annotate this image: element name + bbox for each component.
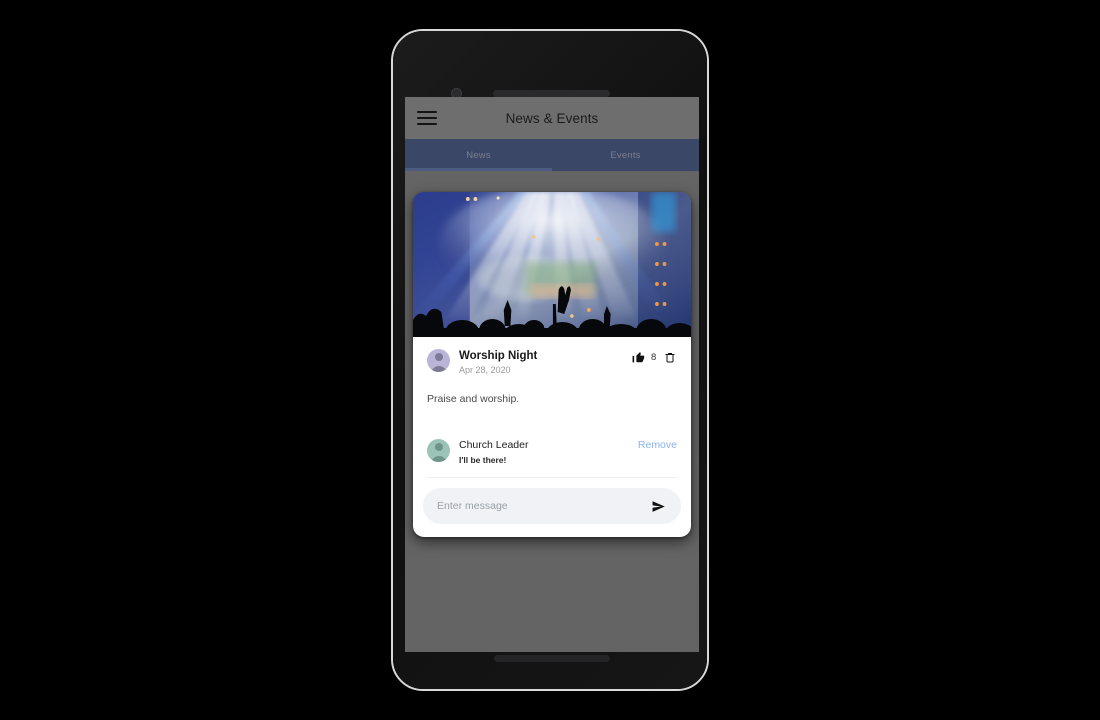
tab-events[interactable]: Events bbox=[552, 139, 699, 171]
concert-stage-lights-graphic bbox=[413, 192, 691, 337]
post-meta: Worship Night Apr 28, 2020 bbox=[459, 349, 622, 375]
earpiece-speaker-icon bbox=[493, 90, 610, 97]
like-count: 8 bbox=[651, 351, 657, 363]
post-hero-image bbox=[413, 192, 691, 337]
tab-news[interactable]: News bbox=[405, 139, 552, 171]
phone-screen: News & Events News Events Worship Night … bbox=[405, 97, 699, 652]
screenshot-root: News & Events News Events Worship Night … bbox=[0, 0, 1100, 720]
send-paper-plane-icon[interactable] bbox=[650, 498, 667, 515]
post-actions: 8 bbox=[631, 349, 677, 364]
page-title: News & Events bbox=[505, 110, 599, 126]
trash-icon[interactable] bbox=[663, 350, 677, 364]
message-input-pill[interactable] bbox=[423, 488, 681, 524]
comment-item: Church Leader I'll be there! Remove bbox=[427, 439, 677, 465]
phone-bezel: News & Events News Events Worship Night … bbox=[393, 31, 707, 689]
app-bar: News & Events bbox=[405, 97, 699, 139]
content-scroll-area[interactable]: Worship Night Apr 28, 2020 8 Praise and … bbox=[405, 171, 699, 652]
comments-list: Church Leader I'll be there! Remove bbox=[427, 439, 677, 465]
tab-bar: News Events bbox=[405, 139, 699, 171]
thumbs-up-icon[interactable] bbox=[631, 350, 645, 364]
post-body: Worship Night Apr 28, 2020 8 Praise and … bbox=[413, 337, 691, 478]
message-input[interactable] bbox=[437, 500, 650, 512]
post-text: Praise and worship. bbox=[427, 393, 520, 405]
user-avatar-green-icon bbox=[427, 439, 450, 462]
hamburger-menu-icon[interactable] bbox=[417, 111, 437, 125]
comment-text: I'll be there! bbox=[459, 455, 507, 465]
post-header: Worship Night Apr 28, 2020 8 bbox=[427, 349, 677, 375]
news-post-card: Worship Night Apr 28, 2020 8 Praise and … bbox=[413, 192, 691, 537]
phone-device: News & Events News Events Worship Night … bbox=[391, 29, 709, 691]
user-avatar-purple-icon bbox=[427, 349, 450, 372]
home-indicator-icon bbox=[494, 655, 610, 662]
remove-comment-button[interactable]: Remove bbox=[638, 439, 677, 451]
post-date: Apr 28, 2020 bbox=[459, 365, 511, 375]
comment-author: Church Leader bbox=[459, 439, 529, 451]
message-composer bbox=[413, 478, 691, 537]
post-title: Worship Night bbox=[459, 350, 538, 362]
comment-meta: Church Leader I'll be there! bbox=[459, 439, 629, 465]
